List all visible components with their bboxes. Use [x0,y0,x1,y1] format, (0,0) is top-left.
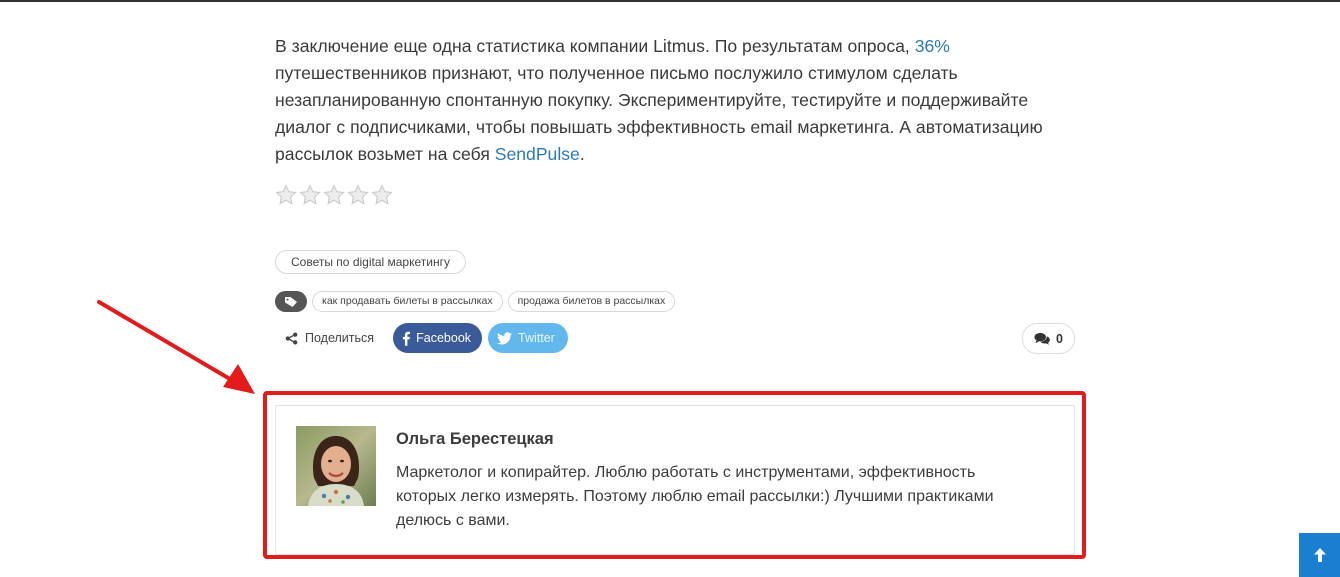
arrow-up-icon [1313,548,1326,562]
annotation-arrow [97,300,255,394]
twitter-share-button[interactable]: Twitter [488,323,569,353]
star-icon[interactable] [371,184,393,206]
facebook-label: Facebook [416,331,472,345]
sendpulse-link[interactable]: SendPulse [495,144,580,164]
star-icon[interactable] [275,184,297,206]
facebook-icon [402,331,411,346]
tag-link[interactable]: продажа билетов в рассылках [507,291,676,312]
comments-icon [1034,332,1050,345]
tags-row: как продавать билеты в рассылках продажа… [275,291,676,312]
stat-link[interactable]: 36% [915,36,950,56]
top-divider [0,0,1340,2]
article-text-part: путешественников признают, что полученно… [275,63,1043,164]
comments-count: 0 [1056,331,1063,346]
share-label: Поделиться [285,331,374,345]
annotation-highlight-box [263,391,1086,559]
star-icon[interactable] [323,184,345,206]
star-icon[interactable] [299,184,321,206]
tag-link[interactable]: как продавать билеты в рассылках [312,291,503,312]
back-to-top-button[interactable] [1299,533,1340,577]
article-text-part: . [579,144,585,164]
article-paragraph: В заключение еще одна статистика компани… [275,33,1085,168]
tag-icon [275,291,307,312]
facebook-share-button[interactable]: Facebook [393,323,483,353]
article-text-part: В заключение еще одна статистика компани… [275,36,915,56]
twitter-label: Twitter [518,331,555,345]
category-link[interactable]: Советы по digital маркетингу [275,250,466,274]
share-row: Поделиться Facebook Twitter [285,323,569,353]
twitter-icon [497,331,513,344]
star-rating[interactable] [275,184,393,206]
comments-button[interactable]: 0 [1022,323,1075,354]
share-icon [285,331,298,345]
star-icon[interactable] [347,184,369,206]
share-label-text: Поделиться [305,331,375,345]
